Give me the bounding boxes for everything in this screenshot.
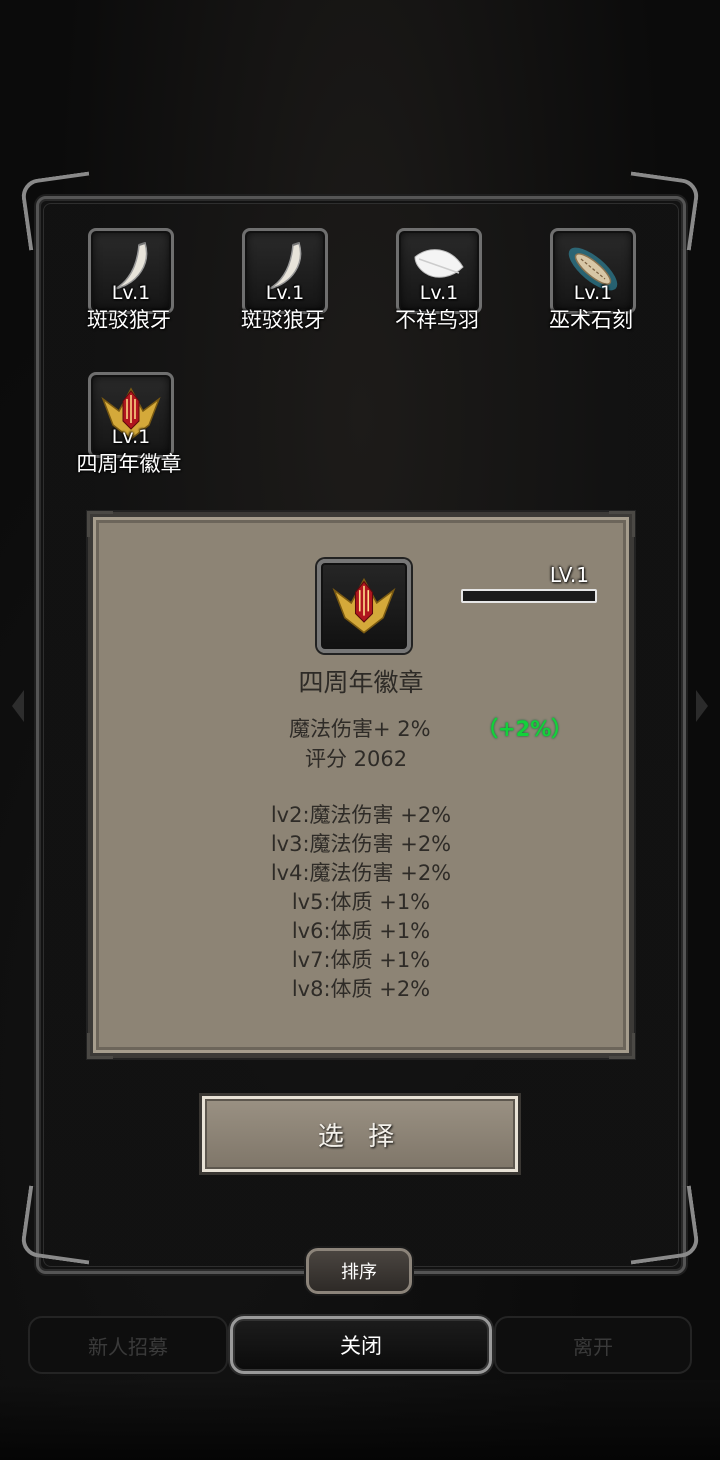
next-arrow-icon[interactable] [696, 690, 708, 722]
primary-stat: 魔法伤害+ 2% [289, 717, 431, 741]
stat-bonus: （+2%） [477, 717, 573, 741]
select-button[interactable]: 选 择 [202, 1096, 518, 1172]
tab-recruit[interactable]: 新人招募 [28, 1316, 228, 1374]
item-level: Lv.1 [419, 282, 459, 304]
item-slot-5[interactable]: Lv.1 四周年徽章 [74, 372, 184, 482]
item-slot-4[interactable]: Lv.1 巫术石刻 [536, 228, 646, 338]
item-level: Lv.1 [573, 282, 613, 304]
item-name: 斑驳狼牙 [241, 308, 325, 332]
level-bonus-list: lv2:魔法伤害 +2% lv3:魔法伤害 +2% lv4:魔法伤害 +2% l… [93, 799, 629, 1002]
level-bonus-line: lv6:体质 +1% [291, 919, 431, 943]
item-name: 斑驳狼牙 [87, 308, 171, 332]
frame-ornament-bottom-right [621, 1185, 701, 1265]
sort-button[interactable]: 排序 [306, 1248, 412, 1294]
item-slot-2[interactable]: Lv.1 斑驳狼牙 [228, 228, 338, 338]
level-bonus-line: lv8:体质 +2% [291, 977, 431, 1001]
tab-leave[interactable]: 离开 [494, 1316, 692, 1374]
badge-icon [317, 559, 411, 653]
level-bonus-line: lv3:魔法伤害 +2% [270, 832, 452, 856]
level-bonus-line: lv5:体质 +1% [291, 890, 431, 914]
detail-item-name: 四周年徽章 [298, 668, 424, 697]
level-bonus-line: lv4:魔法伤害 +2% [270, 861, 452, 885]
close-button[interactable]: 关闭 [230, 1316, 492, 1374]
level-bonus-line: lv2:魔法伤害 +2% [270, 803, 452, 827]
item-level: Lv.1 [265, 282, 305, 304]
item-level: Lv.1 [111, 426, 151, 448]
item-name: 巫术石刻 [549, 308, 633, 332]
level-bonus-line: lv7:体质 +1% [291, 948, 431, 972]
item-score: 评分 2062 [305, 747, 408, 771]
item-slot-1[interactable]: Lv.1 斑驳狼牙 [74, 228, 184, 338]
item-name: 四周年徽章 [76, 452, 182, 476]
item-slot-3[interactable]: Lv.1 不祥鸟羽 [382, 228, 492, 338]
item-name: 不祥鸟羽 [395, 308, 479, 332]
experience-bar [461, 589, 597, 603]
previous-arrow-icon[interactable] [12, 690, 24, 722]
item-level: Lv.1 [111, 282, 151, 304]
item-detail-panel: LV.1 四周年徽章 魔法伤害+ 2% （+2%） 评分 2062 lv2:魔法… [87, 511, 635, 1059]
detail-level: LV.1 [549, 563, 589, 587]
frame-ornament-bottom-left [19, 1185, 99, 1265]
bottom-shade [0, 1380, 720, 1460]
